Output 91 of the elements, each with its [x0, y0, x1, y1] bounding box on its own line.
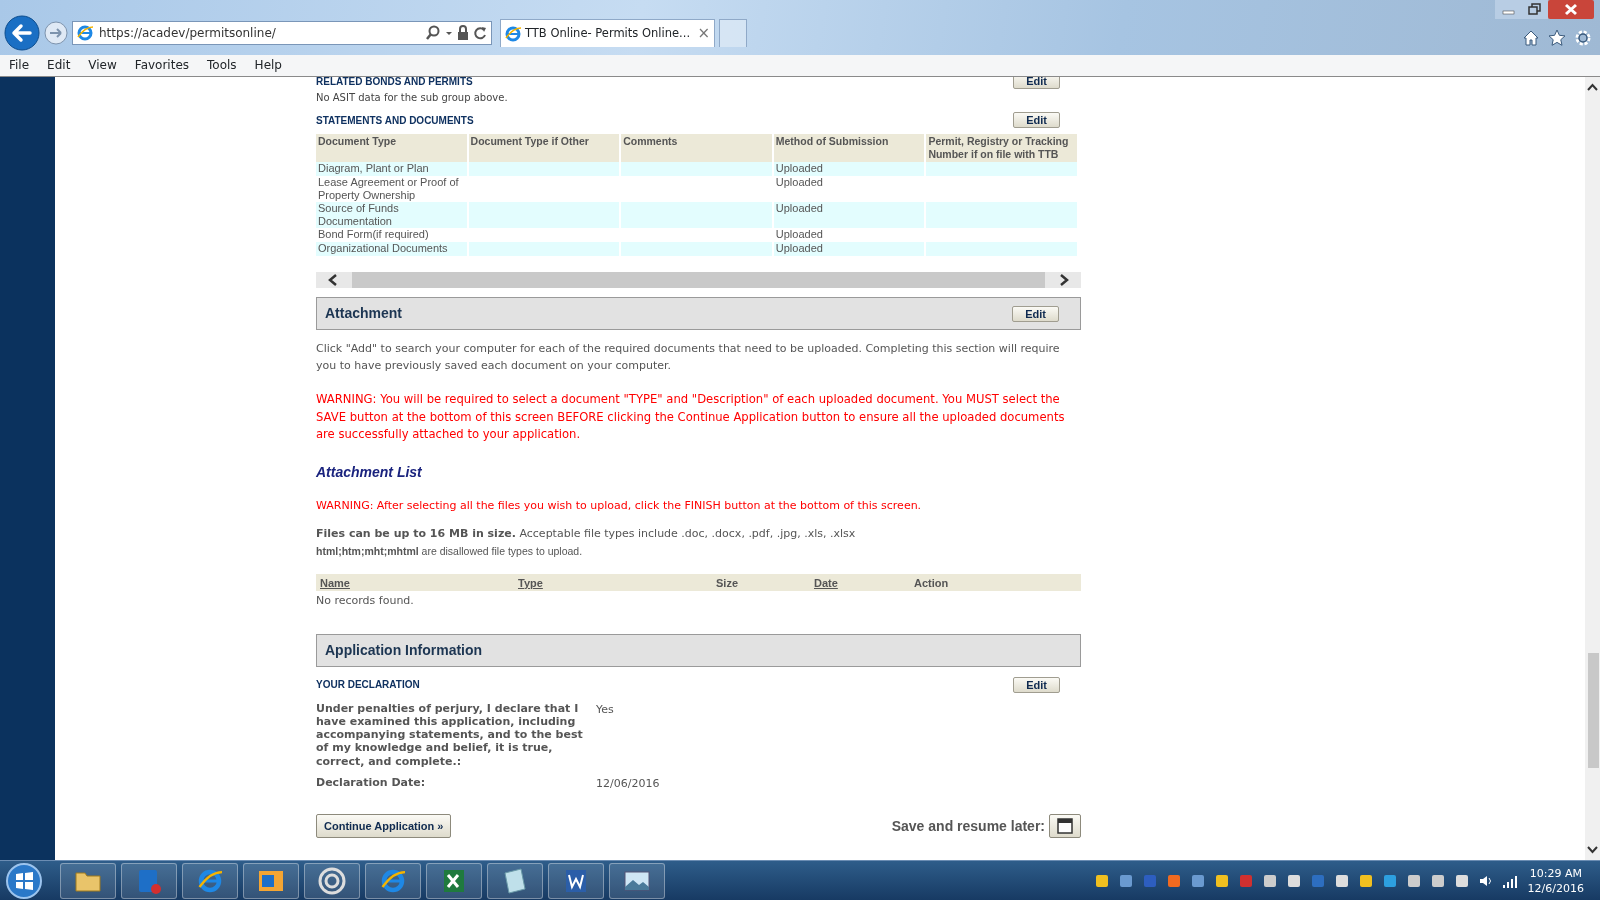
section-header-bar: Application Information	[316, 633, 1081, 667]
tray-icon[interactable]	[1381, 872, 1398, 889]
disallowed-types-text: html;htm;mht;mhtml are disallowed file types to upload.	[316, 543, 584, 559]
table-cell-text: Lease Agreement or Proof of Property Ownership	[317, 176, 460, 202]
menu-item[interactable]: Help	[245, 55, 291, 76]
taskbar-button[interactable]	[487, 862, 543, 899]
taskbar-button[interactable]	[548, 862, 604, 899]
section-header-bar: Attachment Edit	[316, 297, 1081, 330]
refresh-icon[interactable]	[473, 25, 487, 41]
tray-icon[interactable]	[1213, 872, 1230, 889]
column-header-link[interactable]: Type	[518, 576, 543, 589]
taskbar-button[interactable]	[243, 862, 299, 899]
table-cell-text: Uploaded	[774, 228, 824, 242]
file-limits-text: Files can be up to 16 MB in size. Acceptable file types include .doc, .docx, .pdf, .jpg, .xls, .xlsx	[316, 526, 857, 542]
table-cell-text: Uploaded	[774, 176, 824, 190]
taskbar-button[interactable]	[60, 862, 116, 899]
browser-logo-icon	[505, 25, 521, 42]
column-header-link[interactable]: Date	[814, 576, 838, 589]
close-tab-button[interactable]: ×	[697, 22, 710, 45]
instructions-text: Click "Add" to search your computer for each of the required documents that need to be uploaded. Completing this section will require you to have previously saved each document on your computer.	[316, 341, 1061, 374]
tray-icon[interactable]	[1093, 872, 1110, 889]
taskbar-button[interactable]	[182, 862, 238, 899]
column-header: Method of Submission	[773, 134, 925, 162]
tray-icon[interactable]	[1285, 872, 1302, 889]
tray-icon[interactable]	[1117, 872, 1134, 889]
scrollbar-thumb[interactable]	[1588, 653, 1599, 768]
table-cell: Uploaded	[773, 162, 925, 176]
back-button[interactable]	[4, 15, 40, 51]
table-cell: Uploaded	[773, 242, 925, 256]
lock-icon	[457, 25, 469, 41]
table-cell: Uploaded	[773, 202, 925, 228]
menu-item[interactable]: View	[79, 55, 126, 76]
favorites-star-icon[interactable]	[1548, 29, 1566, 47]
tray-icon[interactable]	[1333, 872, 1350, 889]
menu-item[interactable]: Favorites	[125, 55, 199, 76]
taskbar-button[interactable]	[426, 862, 482, 899]
column-header: Action	[914, 576, 949, 589]
section-heading: RELATED BONDS AND PERMITS	[316, 77, 473, 89]
table-cell: Organizational Documents	[316, 242, 467, 256]
empty-message: No records found.	[316, 593, 415, 610]
edit-button[interactable]: Edit	[1012, 305, 1059, 322]
save-label: Save and resume later:	[891, 816, 1045, 836]
list-title: Attachment List	[316, 462, 423, 482]
close-button[interactable]	[1548, 0, 1594, 19]
field-value: 12/06/2016	[596, 775, 660, 792]
address-bar[interactable]: https://acadev/permitsonline/	[72, 21, 492, 45]
column-header: Comments	[621, 134, 772, 162]
scrollbar-thumb[interactable]	[352, 272, 1045, 288]
forward-button[interactable]	[44, 21, 68, 45]
table-cell: Source of Funds Documentation	[316, 202, 467, 228]
table-cell: Diagram, Plant or Plan	[316, 162, 467, 176]
tray-icon[interactable]	[1429, 872, 1446, 889]
menu-item[interactable]: Tools	[198, 55, 246, 76]
restore-button[interactable]	[1522, 0, 1548, 19]
browser-tab[interactable]: TTB Online- Permits Online... ×	[500, 19, 715, 47]
search-icon[interactable]	[425, 25, 441, 41]
clock[interactable]: 10:29 AM 12/6/2016	[1527, 865, 1584, 896]
column-header: Document Type	[316, 134, 467, 162]
taskbar-button[interactable]	[365, 862, 421, 899]
table-cell-text: Bond Form(if required)	[317, 228, 430, 242]
warning-text: WARNING: After selecting all the files you wish to upload, click the FINISH button at the bottom of this screen.	[316, 497, 923, 514]
field-label: Under penalties of perjury, I declare that I have examined this application, including accompanying statements, and to the best of my knowledge and belief, it is true, correct, and complete.:	[316, 701, 584, 768]
edit-button[interactable]: Edit	[1013, 112, 1060, 128]
taskbar-button[interactable]	[304, 862, 360, 899]
column-header: Document Type if Other	[468, 134, 620, 162]
save-button[interactable]	[1049, 814, 1081, 839]
settings-icon[interactable]	[1574, 29, 1592, 47]
edit-button[interactable]: Edit	[1013, 77, 1060, 89]
tray-icon[interactable]	[1405, 872, 1422, 889]
address-field[interactable]: https://acadev/permitsonline/	[97, 23, 421, 43]
tray-icon[interactable]	[1357, 872, 1374, 889]
edit-button[interactable]: Edit	[1013, 676, 1060, 693]
column-header-link[interactable]: Name	[320, 576, 350, 589]
tray-icon[interactable]	[1453, 872, 1470, 889]
note-text: No ASIT data for the sub group above.	[316, 91, 509, 105]
field-value: Yes	[596, 701, 614, 718]
menu-item[interactable]: File	[0, 55, 39, 76]
warning-text: WARNING: You will be required to select a document "TYPE" and "Description" of each uploaded document. You MUST select the SAVE button at the bottom of this screen BEFORE clicking the Continue Application button to ensure all the uploaded documents are successfully attached to your application.	[316, 391, 1066, 443]
tray-icon[interactable]	[1189, 872, 1206, 889]
continue-button[interactable]: Continue Application »	[316, 814, 452, 839]
menu-item[interactable]: Edit	[38, 55, 80, 76]
section-heading: YOUR DECLARATION	[316, 678, 420, 693]
field-label: Declaration Date:	[316, 775, 427, 791]
tray-icon[interactable]	[1165, 872, 1182, 889]
browser-logo-icon	[77, 25, 93, 41]
column-header: Size	[716, 576, 738, 589]
column-header: Permit, Registry or Tracking Number if on file with TTB	[926, 134, 1077, 162]
section-heading: STATEMENTS AND DOCUMENTS	[316, 113, 474, 128]
taskbar-button[interactable]	[609, 862, 665, 899]
tray-icon[interactable]	[1261, 872, 1278, 889]
home-icon[interactable]	[1522, 29, 1540, 47]
